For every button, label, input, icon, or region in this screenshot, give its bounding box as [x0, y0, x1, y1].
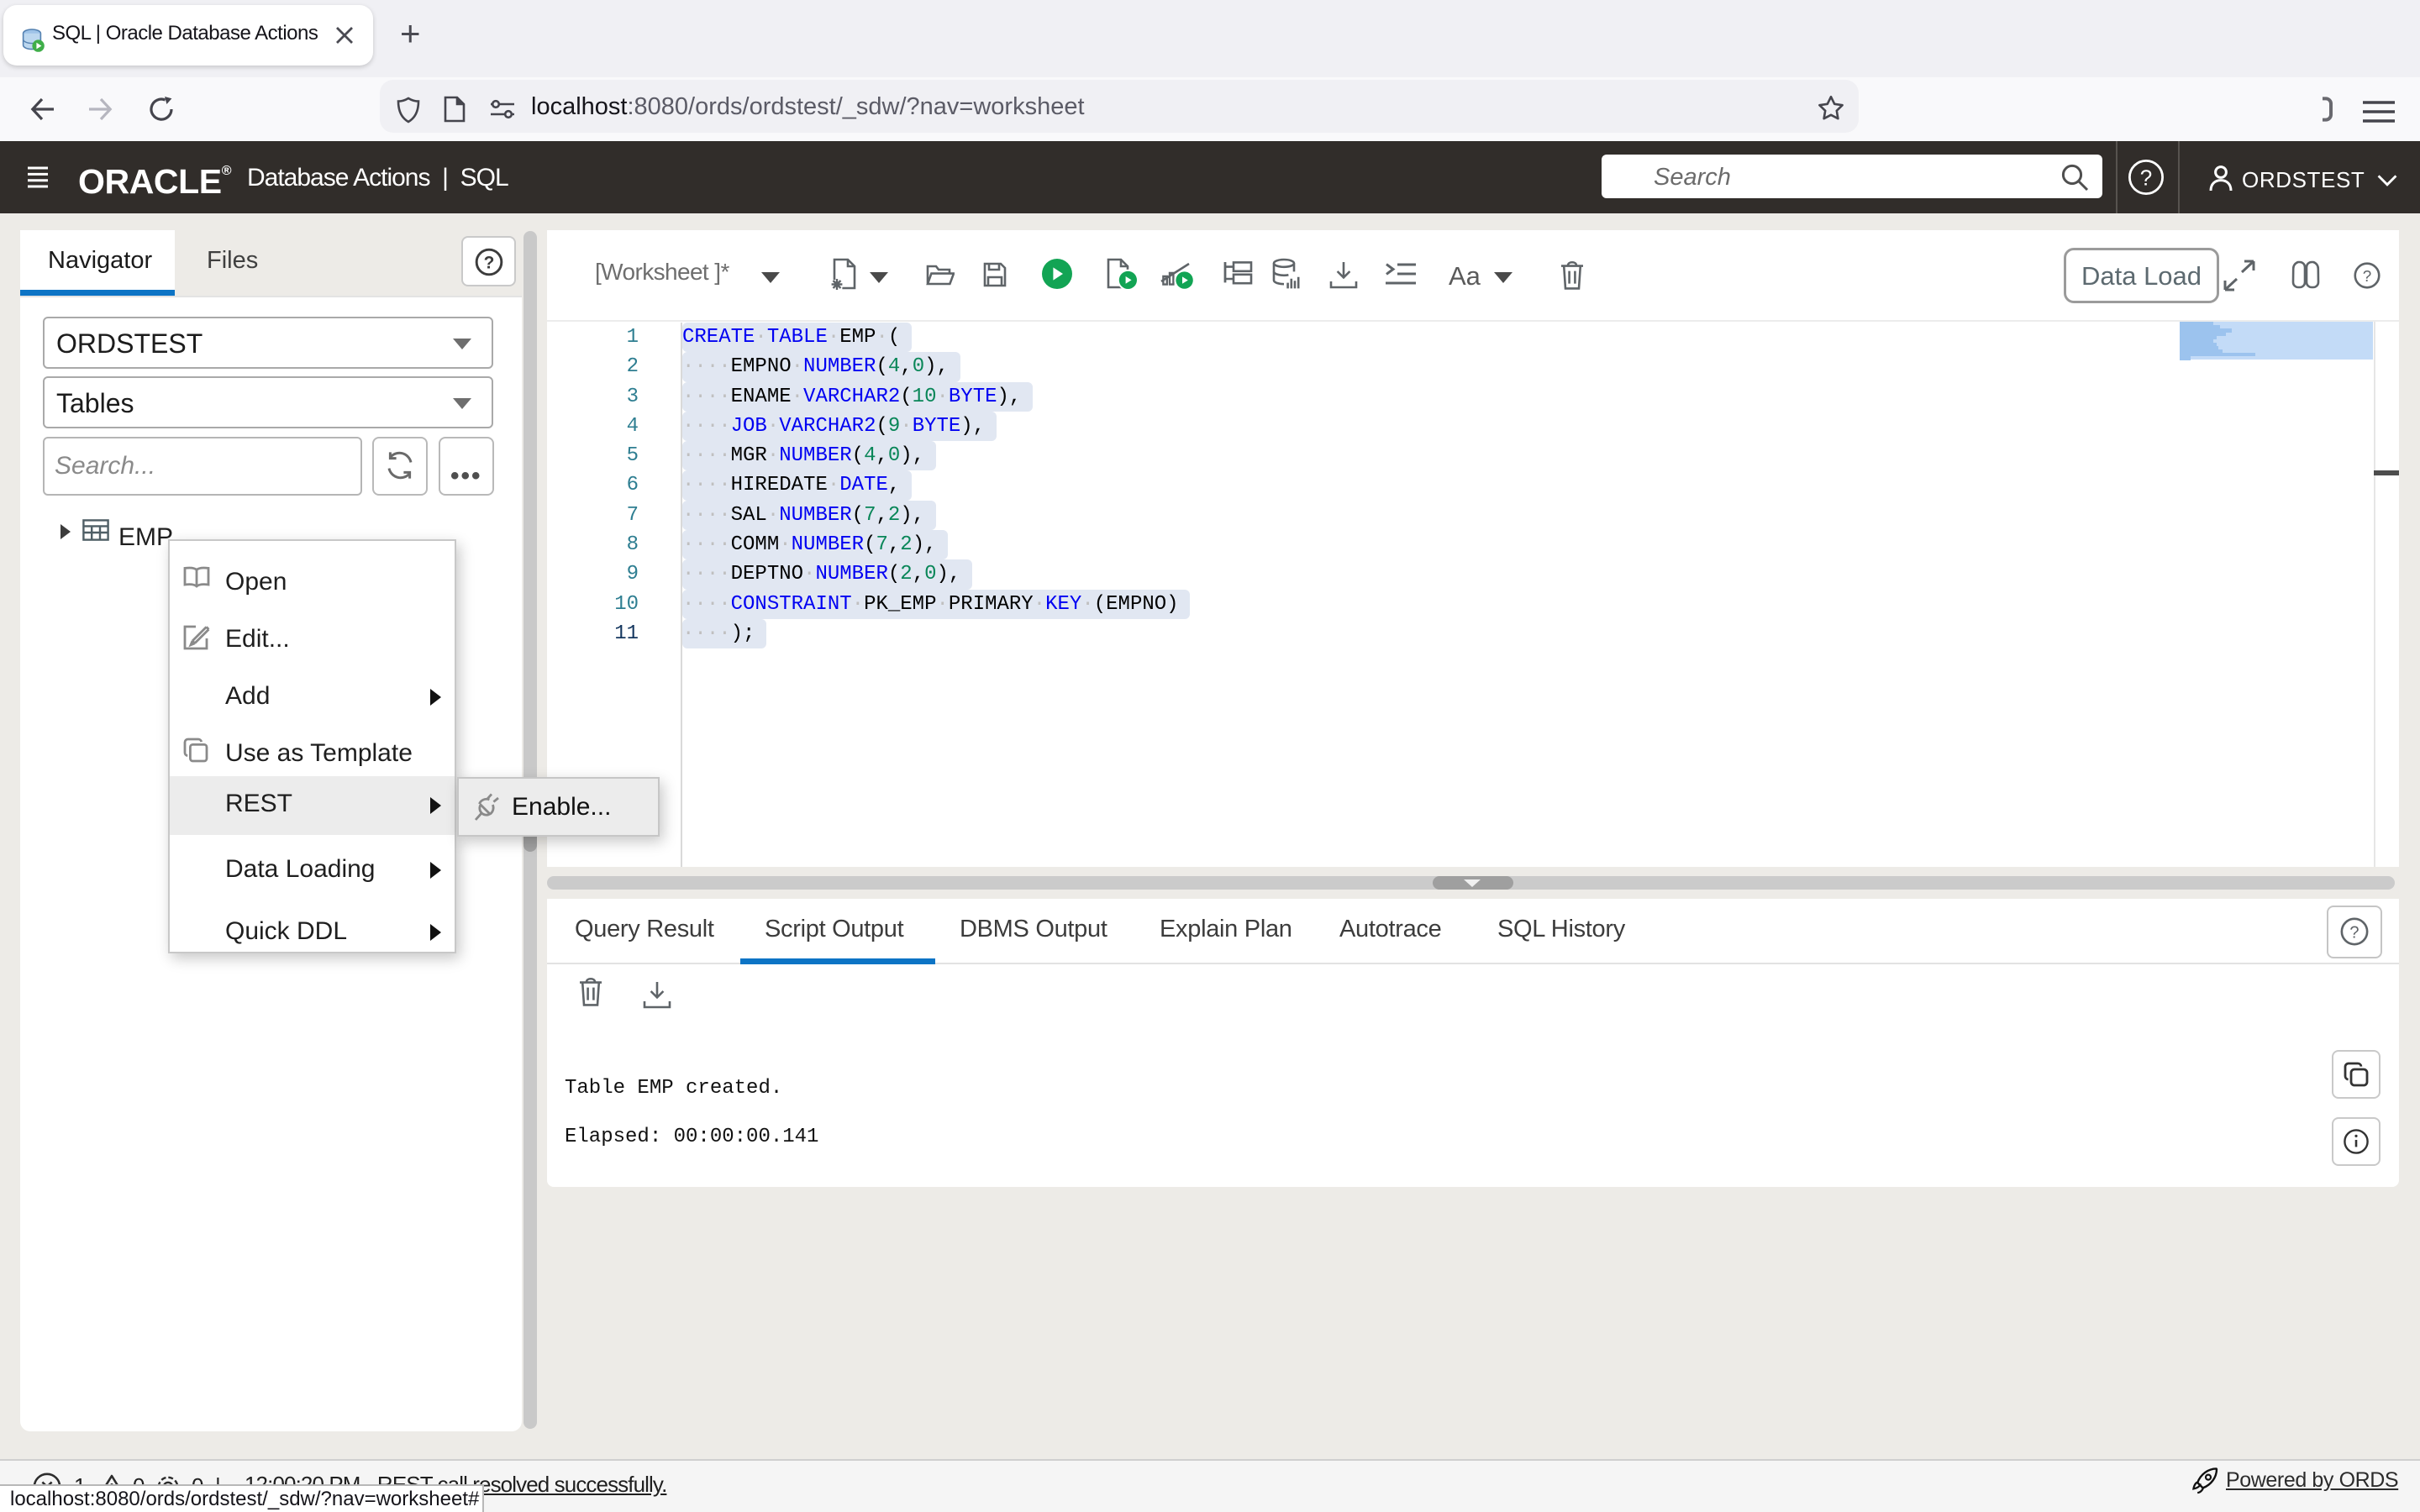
svg-text:?: ? [484, 254, 495, 273]
svg-text:?: ? [2349, 923, 2359, 942]
svg-text:?: ? [2140, 165, 2152, 190]
svg-text:?: ? [2363, 268, 2372, 286]
